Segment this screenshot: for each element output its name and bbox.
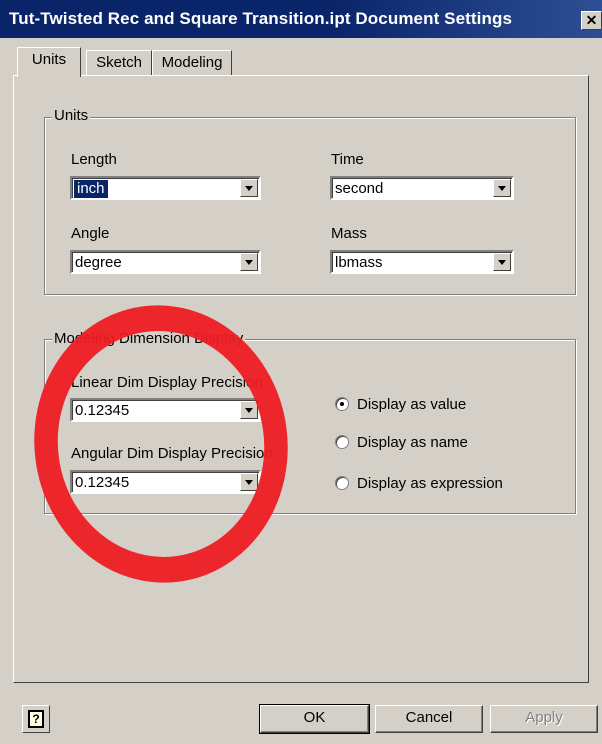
help-button[interactable]: ?	[22, 705, 50, 733]
radio-indicator[interactable]	[335, 435, 349, 449]
display-as-expression-label[interactable]: Display as expression	[357, 475, 503, 492]
display-as-value-label[interactable]: Display as value	[357, 396, 466, 413]
tab-modeling[interactable]: Modeling	[152, 50, 232, 76]
angular-precision-label: Angular Dim Display Precision	[71, 445, 273, 462]
linear-precision-label: Linear Dim Display Precision	[71, 374, 263, 391]
tab-units[interactable]: Units	[17, 47, 81, 77]
close-icon[interactable]: ✕	[581, 11, 602, 30]
length-label: Length	[71, 151, 117, 168]
mass-label: Mass	[331, 225, 367, 242]
display-as-name-label[interactable]: Display as name	[357, 434, 468, 451]
modeling-dimension-group-label: Modeling Dimension Display	[52, 330, 246, 347]
chevron-down-icon[interactable]	[240, 401, 258, 419]
tab-sketch[interactable]: Sketch	[86, 50, 152, 76]
radio-indicator[interactable]	[335, 476, 349, 490]
mass-select[interactable]: lbmass	[330, 250, 514, 274]
length-select[interactable]: inch	[70, 176, 261, 200]
chevron-down-icon[interactable]	[240, 253, 258, 271]
mass-value: lbmass	[335, 254, 383, 271]
linear-precision-select[interactable]: 0.12345	[70, 398, 261, 422]
angular-precision-select[interactable]: 0.12345	[70, 470, 261, 494]
cancel-button[interactable]: Cancel	[375, 705, 483, 733]
angle-select[interactable]: degree	[70, 250, 261, 274]
help-icon: ?	[28, 710, 44, 728]
length-value: inch	[74, 180, 108, 198]
window-title: Tut-Twisted Rec and Square Transition.ip…	[9, 9, 513, 28]
tab-label: Modeling	[161, 54, 223, 71]
apply-button[interactable]: Apply	[490, 705, 598, 733]
linear-precision-value: 0.12345	[75, 402, 130, 419]
tab-label: Sketch	[96, 54, 142, 71]
angle-label: Angle	[71, 225, 110, 242]
tab-label: Units	[31, 51, 67, 68]
chevron-down-icon[interactable]	[240, 473, 258, 491]
time-label: Time	[331, 151, 364, 168]
angle-value: degree	[75, 254, 122, 271]
angular-precision-value: 0.12345	[75, 474, 130, 491]
time-select[interactable]: second	[330, 176, 514, 200]
chevron-down-icon[interactable]	[493, 179, 511, 197]
radio-indicator[interactable]	[335, 397, 349, 411]
title-bar: Tut-Twisted Rec and Square Transition.ip…	[0, 0, 602, 38]
chevron-down-icon[interactable]	[493, 253, 511, 271]
units-group-label: Units	[52, 107, 91, 124]
chevron-down-icon[interactable]	[240, 179, 258, 197]
ok-button[interactable]: OK	[259, 704, 370, 734]
time-value: second	[335, 180, 384, 197]
